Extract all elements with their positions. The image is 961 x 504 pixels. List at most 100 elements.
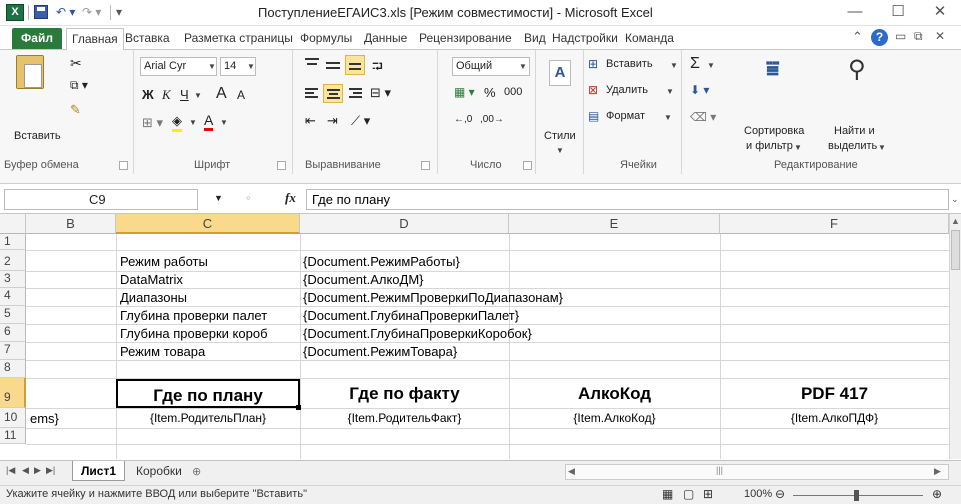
sheet-last-icon[interactable]: ▶| <box>46 465 55 476</box>
row-header-4[interactable]: 4 <box>0 288 26 306</box>
cell-d7[interactable]: {Document.РежимТовара} <box>303 343 457 360</box>
customize-qat-icon[interactable]: ▾ <box>116 4 122 20</box>
cell-d4[interactable]: {Document.РежимПроверкиПоДиапазонам} <box>303 289 563 306</box>
chevron-down-icon[interactable]: ▼ <box>670 61 678 70</box>
page-break-view-icon[interactable]: ⊞ <box>703 487 713 501</box>
scroll-thumb[interactable] <box>951 230 960 270</box>
restore-window-icon[interactable]: ▭ <box>895 29 906 43</box>
cell-e9[interactable]: АлкоКод <box>509 379 720 408</box>
shrink-font-button[interactable]: A <box>237 88 245 102</box>
cell-d6[interactable]: {Document.ГлубинаПроверкиКоробок} <box>303 325 532 342</box>
thousands-button[interactable]: 000 <box>504 86 522 98</box>
excel-app-icon[interactable]: X <box>6 4 24 21</box>
find-select-label-2[interactable]: выделить <box>828 140 877 152</box>
italic-button[interactable]: К <box>162 87 171 103</box>
autosum-button[interactable]: Σ <box>690 55 700 73</box>
cell-b10[interactable]: ems} <box>30 410 59 427</box>
fill-color-icon[interactable]: ◈ <box>172 113 182 132</box>
sheet-prev-icon[interactable]: ◀ <box>22 465 29 476</box>
tab-team[interactable]: Команда <box>625 31 674 45</box>
row-header-11[interactable]: 11 <box>0 428 26 444</box>
tab-formulas[interactable]: Формулы <box>300 31 352 45</box>
wrap-text-icon[interactable]: ⮒ <box>372 56 383 80</box>
zoom-out-icon[interactable]: ⊖ <box>775 487 785 501</box>
paste-icon[interactable] <box>16 55 44 89</box>
find-select-icon[interactable]: ⚲ <box>848 55 866 84</box>
find-select-label[interactable]: Найти и <box>834 125 875 137</box>
cell-d9[interactable]: Где по факту <box>300 379 509 408</box>
delete-cells-icon[interactable]: ⊠ <box>588 83 598 97</box>
normal-view-icon[interactable]: ▦ <box>662 487 673 501</box>
font-color-icon[interactable]: A <box>204 112 214 131</box>
number-launcher-icon[interactable] <box>523 161 532 170</box>
row-header-1[interactable]: 1 <box>0 234 26 250</box>
horizontal-scrollbar[interactable]: ◀ ||| ▶ <box>565 464 949 480</box>
sheet-first-icon[interactable]: |◀ <box>6 465 15 476</box>
save-icon[interactable] <box>34 5 48 19</box>
format-cells-icon[interactable]: ▤ <box>588 109 599 123</box>
font-name-box[interactable]: Arial Cyr ▼ <box>140 57 217 76</box>
font-launcher-icon[interactable] <box>277 161 286 170</box>
column-header-c[interactable]: C <box>116 214 300 234</box>
cell-c2[interactable]: Режим работы <box>120 253 208 270</box>
select-all-corner[interactable] <box>0 214 26 234</box>
name-box[interactable]: C9 <box>4 189 198 210</box>
help-icon[interactable]: ? <box>871 29 888 46</box>
chevron-down-icon[interactable]: ▼ <box>666 87 674 96</box>
row-header-9[interactable]: 9 <box>0 378 26 408</box>
sort-filter-label[interactable]: Сортировка <box>744 125 804 137</box>
undo-icon[interactable]: ↶ ▾ <box>56 4 75 20</box>
vertical-scrollbar[interactable]: ▲ <box>949 214 961 459</box>
row-header-6[interactable]: 6 <box>0 324 26 342</box>
zoom-level[interactable]: 100% <box>744 488 772 500</box>
cell-d3[interactable]: {Document.АлкоДМ} <box>303 271 424 288</box>
styles-icon[interactable]: A <box>549 60 571 86</box>
fill-handle[interactable] <box>296 405 301 410</box>
format-painter-icon[interactable]: ✎ <box>70 102 81 118</box>
column-header-f[interactable]: F <box>720 214 949 234</box>
tab-addins[interactable]: Надстройки <box>552 31 618 45</box>
column-header-b[interactable]: B <box>26 214 116 234</box>
minimize-ribbon-icon[interactable]: ⌃ <box>852 29 863 45</box>
chevron-down-icon[interactable]: ▼ <box>556 146 564 155</box>
cell-c3[interactable]: DataMatrix <box>120 271 183 288</box>
fill-icon[interactable]: ⬇ ▾ <box>690 83 709 97</box>
sheet-tab-korobki[interactable]: Коробки <box>128 461 190 481</box>
chevron-down-icon[interactable]: ▼ <box>220 118 228 127</box>
format-cells-button[interactable]: Формат <box>606 110 645 122</box>
name-box-dropdown-icon[interactable]: ▼ <box>214 193 223 203</box>
decrease-decimal-icon[interactable]: ,00→ <box>480 114 504 125</box>
close-button[interactable]: ✕ <box>919 1 961 25</box>
increase-indent-icon[interactable]: ⇥ <box>327 113 338 129</box>
cell-c6[interactable]: Глубина проверки короб <box>120 325 300 342</box>
align-bottom-button[interactable] <box>345 55 365 75</box>
close-doc-icon[interactable]: ✕ <box>935 29 945 43</box>
row-header-7[interactable]: 7 <box>0 342 26 360</box>
tab-file[interactable]: Файл <box>12 28 62 49</box>
zoom-in-icon[interactable]: ⊕ <box>932 487 942 501</box>
chevron-down-icon[interactable]: ▼ <box>189 118 197 127</box>
tab-home[interactable]: Главная <box>66 28 124 51</box>
cell-f10[interactable]: {Item.АлкоПДФ} <box>720 410 949 427</box>
sheet-tab-list1[interactable]: Лист1 <box>72 461 126 481</box>
scroll-up-icon[interactable]: ▲ <box>951 216 960 226</box>
copy-icon[interactable]: ⧉ ▾ <box>70 78 88 93</box>
spreadsheet-grid[interactable]: B C D E F 1 2 3 4 5 6 7 8 9 10 11 Режим … <box>0 214 949 459</box>
tab-view[interactable]: Вид <box>524 31 546 45</box>
orientation-icon[interactable]: ⟋ ▾ <box>351 113 370 129</box>
cell-c4[interactable]: Диапазоны <box>120 289 187 306</box>
page-layout-view-icon[interactable]: ▢ <box>683 487 694 501</box>
clear-icon[interactable]: ⌫ ▾ <box>690 110 716 124</box>
cell-d5[interactable]: {Document.ГлубинаПроверкиПалет} <box>303 307 519 324</box>
delete-cells-button[interactable]: Удалить <box>606 84 648 96</box>
borders-icon[interactable]: ⊞ ▾ <box>142 115 163 131</box>
cell-e10[interactable]: {Item.АлкоКод} <box>509 410 720 427</box>
alignment-launcher-icon[interactable] <box>421 161 430 170</box>
row-header-10[interactable]: 10 <box>0 408 26 428</box>
sheet-next-icon[interactable]: ▶ <box>34 465 41 476</box>
cell-d10[interactable]: {Item.РодительФакт} <box>300 410 509 427</box>
underline-button[interactable]: Ч <box>180 87 189 102</box>
redo-icon[interactable]: ↷ ▾ <box>82 4 101 20</box>
tab-review[interactable]: Рецензирование <box>419 31 512 45</box>
currency-icon[interactable]: ▦ ▾ <box>454 85 475 99</box>
